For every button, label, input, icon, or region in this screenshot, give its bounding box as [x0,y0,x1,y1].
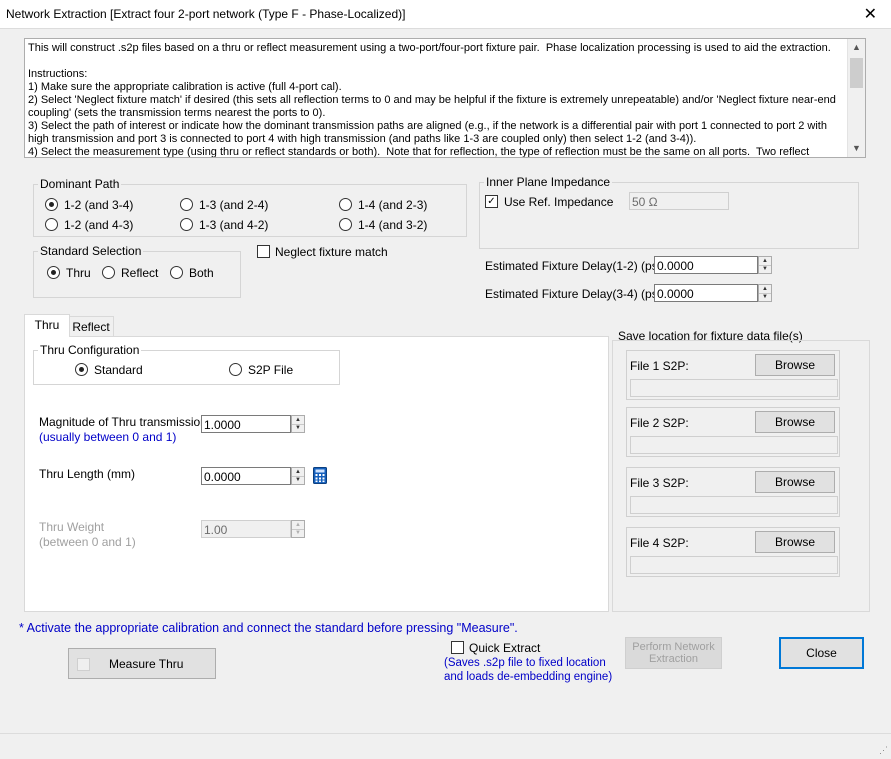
ref-impedance-field: 50 Ω [629,192,729,210]
file2-browse-button[interactable]: Browse [755,411,835,433]
standard-option-label: Both [189,266,214,280]
thru-length-label: Thru Length (mm) [39,467,136,481]
file2-group: File 2 S2P: Browse [626,407,840,457]
thru-length-spinner[interactable]: ▲ ▼ [291,467,305,485]
magnitude-spinner[interactable]: ▲ ▼ [291,415,305,433]
window-title: Network Extraction [Extract four 2-port … [6,7,406,21]
radio-path-13-42[interactable] [180,218,193,231]
thru-weight-hint: (between 0 and 1) [39,535,136,549]
radio-standard-both[interactable] [170,266,183,279]
measure-thru-button[interactable]: Measure Thru [68,648,216,679]
radio-thru-s2p-file[interactable] [229,363,242,376]
file2-path-field [630,436,838,454]
quick-extract-checkbox[interactable] [451,641,464,654]
radio-standard-reflect[interactable] [102,266,115,279]
file1-group: File 1 S2P: Browse [626,350,840,400]
calibration-note: * Activate the appropriate calibration a… [19,621,518,635]
radio-path-14-23[interactable] [339,198,352,211]
radio-path-12-34[interactable] [45,198,58,211]
instructions-scrollbar[interactable]: ▲ ▼ [847,39,865,157]
file4-label: File 4 S2P: [630,536,689,550]
fixture-delay-12-label: Estimated Fixture Delay(1-2) (ps) [485,259,662,273]
path-option-label: 1-3 (and 2-4) [199,198,269,212]
close-icon[interactable]: ✕ [864,4,877,24]
magnitude-hint: (usually between 0 and 1) [39,430,177,444]
chevron-down-icon[interactable]: ▼ [848,140,865,157]
neglect-fixture-match-label: Neglect fixture match [275,245,388,259]
file3-path-field [630,496,838,514]
path-option-label: 1-3 (and 4-2) [199,218,269,232]
fixture-delay-12-input[interactable]: 0.0000 [654,256,758,274]
radio-path-14-32[interactable] [339,218,352,231]
magnitude-input[interactable]: 1.0000 [201,415,291,433]
file4-path-field [630,556,838,574]
magnitude-label: Magnitude of Thru transmission [39,415,207,429]
perform-network-extraction-button: Perform Network Extraction [625,637,722,669]
file3-group: File 3 S2P: Browse [626,467,840,517]
neglect-fixture-match-checkbox[interactable] [257,245,270,258]
file1-label: File 1 S2P: [630,359,689,373]
dominant-path-legend: Dominant Path [40,177,120,191]
file4-group: File 4 S2P: Browse [626,527,840,577]
measure-thru-label: Measure Thru [109,657,184,671]
perform-label-line2: Extraction [649,653,698,665]
instructions-textbox[interactable]: This will construct .s2p files based on … [24,38,866,158]
measure-status-indicator [77,658,90,671]
tab-thru[interactable]: Thru [24,314,70,337]
use-ref-impedance-label: Use Ref. Impedance [504,195,614,209]
file3-browse-button[interactable]: Browse [755,471,835,493]
file4-browse-button[interactable]: Browse [755,531,835,553]
path-option-label: 1-2 (and 3-4) [64,198,134,212]
thru-weight-spinner: ▲ ▼ [291,520,305,538]
standard-option-label: Thru [66,266,91,280]
path-option-label: 1-2 (and 4-3) [64,218,134,232]
status-bar: ⋰ [0,733,891,759]
fixture-delay-12-spinner[interactable]: ▲ ▼ [758,256,772,274]
standard-option-label: Reflect [121,266,159,280]
file2-label: File 2 S2P: [630,416,689,430]
close-button[interactable]: Close [779,637,864,669]
fixture-delay-34-input[interactable]: 0.0000 [654,284,758,302]
quick-extract-hint-1: (Saves .s2p file to fixed location [444,657,606,669]
path-option-label: 1-4 (and 2-3) [358,198,428,212]
radio-standard-thru[interactable] [47,266,60,279]
fixture-delay-34-label: Estimated Fixture Delay(3-4) (ps) [485,287,662,301]
thru-length-input[interactable]: 0.0000 [201,467,291,485]
inner-plane-impedance-group: Inner Plane Impedance [479,175,859,249]
instructions-text: This will construct .s2p files based on … [28,42,836,158]
file1-path-field [630,379,838,397]
radio-path-13-24[interactable] [180,198,193,211]
file1-browse-button[interactable]: Browse [755,354,835,376]
thru-weight-label: Thru Weight [39,520,105,534]
calculator-icon[interactable] [313,467,327,484]
perform-label-line1: Perform Network [632,641,715,653]
tab-reflect[interactable]: Reflect [68,316,114,337]
file3-label: File 3 S2P: [630,476,689,490]
fixture-delay-34-spinner[interactable]: ▲ ▼ [758,284,772,302]
thru-config-label: Standard [94,363,143,377]
scroll-thumb[interactable] [850,58,863,88]
use-ref-impedance-checkbox[interactable]: ✓ [485,195,498,208]
resize-grip-icon[interactable]: ⋰ [879,745,888,756]
standard-selection-legend: Standard Selection [40,244,142,258]
quick-extract-label: Quick Extract [469,641,541,655]
title-bar: Network Extraction [Extract four 2-port … [0,0,891,29]
thru-weight-input: 1.00 [201,520,291,538]
path-option-label: 1-4 (and 3-2) [358,218,428,232]
radio-path-12-43[interactable] [45,218,58,231]
inner-plane-legend: Inner Plane Impedance [486,175,611,189]
thru-config-label: S2P File [248,363,294,377]
chevron-up-icon[interactable]: ▲ [848,39,865,56]
radio-thru-standard[interactable] [75,363,88,376]
quick-extract-hint-2: and loads de-embedding engine) [444,671,613,683]
thru-configuration-legend: Thru Configuration [40,343,140,357]
